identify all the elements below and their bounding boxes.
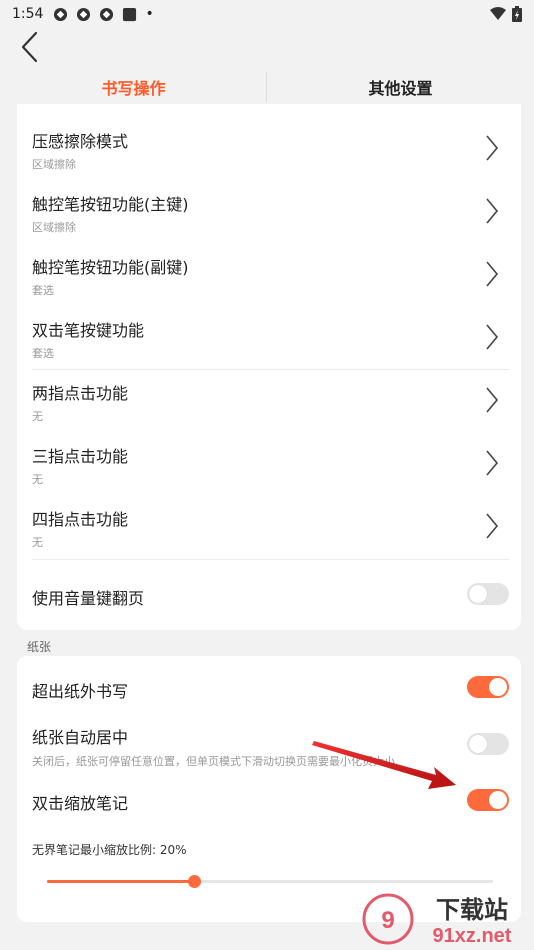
setting-title: 触控笔按钮功能(主键)	[32, 195, 189, 214]
tab-other-settings[interactable]: 其他设置	[267, 70, 534, 104]
setting-paper-auto-center: 纸张自动居中 关闭后，纸张可停留任意位置，但单页模式下滑动切换页需要最小化页大小	[17, 718, 521, 776]
setting-title: 三指点击功能	[32, 447, 129, 466]
setting-title: 纸张自动居中	[32, 728, 129, 747]
min-zoom-slider[interactable]	[47, 875, 493, 888]
write-outside-toggle[interactable]	[467, 676, 509, 698]
setting-description: 关闭后，纸张可停留任意位置，但单页模式下滑动切换页需要最小化页大小	[32, 755, 395, 768]
back-arrow-icon[interactable]	[18, 30, 42, 64]
svg-text:9: 9	[381, 907, 394, 934]
battery-icon	[512, 6, 522, 22]
chevron-right-icon	[486, 135, 499, 161]
paper-settings-card: 超出纸外书写 纸张自动居中 关闭后，纸张可停留任意位置，但单页模式下滑动切换页需…	[17, 656, 521, 922]
app-notification-icon	[54, 7, 68, 21]
chevron-right-icon	[486, 450, 499, 476]
settings-tabs: 书写操作 其他设置	[0, 70, 534, 104]
chevron-right-icon	[486, 324, 499, 350]
double-tap-zoom-toggle[interactable]	[467, 789, 509, 811]
setting-two-finger-tap[interactable]: 两指点击功能 无	[17, 356, 521, 423]
toggle-knob	[469, 735, 487, 753]
min-zoom-label: 无界笔记最小缩放比例: 20%	[32, 843, 187, 857]
status-time: 1:54	[12, 6, 44, 22]
tab-divider	[266, 72, 267, 102]
setting-double-tap-pen-button[interactable]: 双击笔按键功能 套选	[17, 293, 521, 360]
slider-thumb[interactable]	[188, 875, 202, 888]
chevron-right-icon	[486, 387, 499, 413]
status-bar: 1:54 •	[0, 0, 534, 28]
slider-fill	[47, 880, 195, 883]
setting-pressure-erase[interactable]: 压感擦除模式 区域擦除	[17, 104, 521, 171]
setting-title: 四指点击功能	[32, 510, 129, 529]
app-notification-icon	[77, 7, 91, 21]
setting-volume-key-page-turn: 使用音量键翻页	[17, 559, 521, 629]
chevron-right-icon	[486, 261, 499, 287]
volume-page-toggle[interactable]	[467, 583, 509, 605]
toggle-knob	[489, 791, 507, 809]
status-right	[490, 6, 522, 22]
setting-stylus-primary-button[interactable]: 触控笔按钮功能(主键) 区域擦除	[17, 167, 521, 234]
setting-title: 压感擦除模式	[32, 132, 129, 151]
setting-stylus-secondary-button[interactable]: 触控笔按钮功能(副键) 套选	[17, 230, 521, 297]
watermark-url: 91xz.net	[433, 925, 512, 947]
setting-three-finger-tap[interactable]: 三指点击功能 无	[17, 419, 521, 486]
setting-title: 超出纸外书写	[32, 682, 129, 701]
section-label-paper: 纸张	[27, 640, 52, 654]
setting-title: 两指点击功能	[32, 384, 129, 403]
toggle-knob	[489, 678, 507, 696]
writing-settings-card: 压感擦除模式 区域擦除 触控笔按钮功能(主键) 区域擦除 触控笔按钮功能(副键)…	[17, 104, 521, 630]
app-notification-icon	[100, 7, 114, 21]
setting-four-finger-tap[interactable]: 四指点击功能 无	[17, 482, 521, 549]
chevron-right-icon	[486, 198, 499, 224]
setting-double-tap-zoom: 双击缩放笔记	[17, 776, 521, 824]
square-notification-icon	[123, 7, 137, 21]
wifi-icon	[490, 7, 506, 20]
setting-title: 使用音量键翻页	[32, 589, 145, 608]
watermark-text: 下载站	[436, 896, 508, 924]
setting-value: 无	[32, 536, 43, 549]
tab-writing[interactable]: 书写操作	[0, 70, 267, 104]
watermark-logo-icon: 9 下载站 91xz.net	[362, 893, 512, 947]
chevron-right-icon	[486, 513, 499, 539]
setting-title: 触控笔按钮功能(副键)	[32, 258, 189, 277]
setting-write-outside-paper: 超出纸外书写	[17, 656, 521, 718]
setting-title: 双击笔按键功能	[32, 321, 145, 340]
toggle-knob	[469, 585, 487, 603]
setting-title: 双击缩放笔记	[32, 794, 129, 813]
auto-center-toggle[interactable]	[467, 733, 509, 755]
more-notifications-dot: •	[145, 6, 154, 22]
